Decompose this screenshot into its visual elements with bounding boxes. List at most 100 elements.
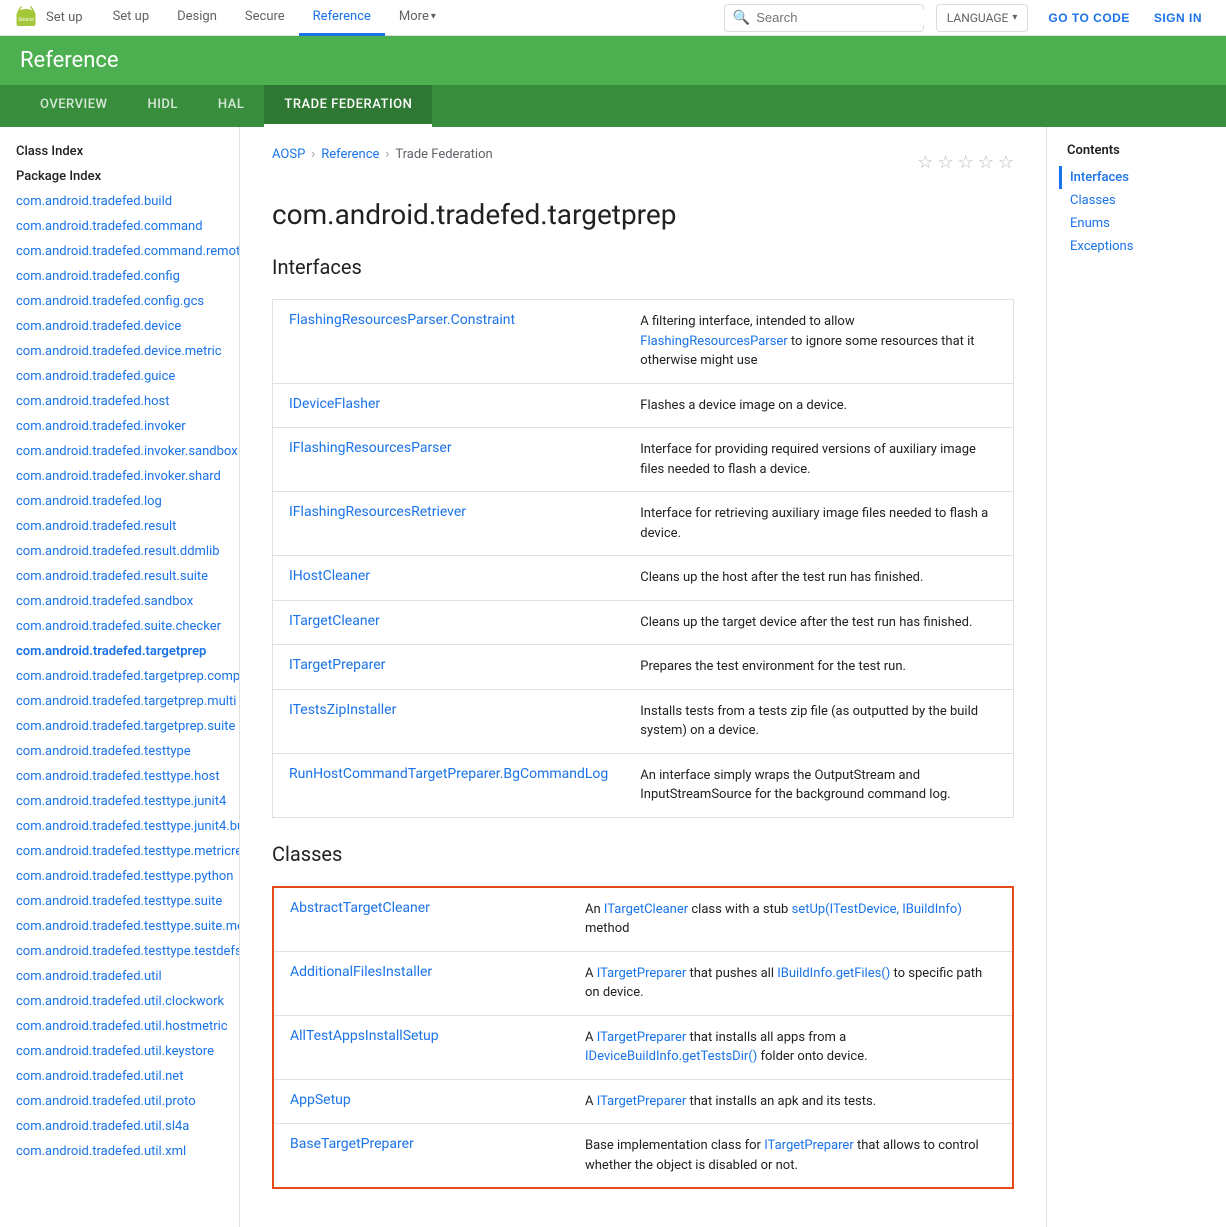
go-to-code-button[interactable]: GO TO CODE xyxy=(1036,4,1141,32)
class-link[interactable]: AdditionalFilesInstaller xyxy=(290,964,432,980)
nav-secure[interactable]: Secure xyxy=(231,0,299,36)
sub-tabs: OVERVIEW HIDL HAL TRADE FEDERATION xyxy=(0,85,1226,127)
interface-link[interactable]: IFlashingResourcesParser xyxy=(289,440,452,456)
star-2[interactable]: ☆ xyxy=(937,152,953,173)
inline-link[interactable]: IDeviceBuildInfo.getTestsDir() xyxy=(585,1049,757,1064)
nav-setup[interactable]: Set up xyxy=(99,0,164,36)
sidebar-item-class-index[interactable]: Class Index xyxy=(0,139,239,164)
sidebar-link-invoker[interactable]: com.android.tradefed.invoker xyxy=(0,414,239,439)
toc-classes[interactable]: Classes xyxy=(1059,189,1214,212)
star-4[interactable]: ☆ xyxy=(978,152,994,173)
table-row: FlashingResourcesParser.Constraint A fil… xyxy=(273,300,1014,384)
sidebar-link-invoker-sandbox[interactable]: com.android.tradefed.invoker.sandbox xyxy=(0,439,239,464)
nav-more[interactable]: More ▾ xyxy=(385,0,450,36)
sidebar-link-util[interactable]: com.android.tradefed.util xyxy=(0,964,239,989)
sidebar-link-targetprep[interactable]: com.android.tradefed.targetprep xyxy=(0,639,239,664)
sidebar-link-util-clockwork[interactable]: com.android.tradefed.util.clockwork xyxy=(0,989,239,1014)
sign-in-button[interactable]: SIGN IN xyxy=(1142,4,1214,32)
toc-interfaces[interactable]: Interfaces xyxy=(1059,166,1214,189)
star-1[interactable]: ☆ xyxy=(917,152,933,173)
class-link[interactable]: AllTestAppsInstallSetup xyxy=(290,1028,439,1044)
interface-link[interactable]: IDeviceFlasher xyxy=(289,396,380,412)
sidebar-link-util-net[interactable]: com.android.tradefed.util.net xyxy=(0,1064,239,1089)
search-area[interactable]: 🔍 xyxy=(724,4,924,32)
nav-design[interactable]: Design xyxy=(163,0,231,36)
inline-link[interactable]: ITargetPreparer xyxy=(597,1030,687,1045)
interface-link[interactable]: FlashingResourcesParser.Constraint xyxy=(289,312,515,328)
interface-link[interactable]: ITargetCleaner xyxy=(289,613,380,629)
sidebar-link-util-sl4a[interactable]: com.android.tradefed.util.sl4a xyxy=(0,1114,239,1139)
sidebar-link-result-ddmlib[interactable]: com.android.tradefed.result.ddmlib xyxy=(0,539,239,564)
inline-link[interactable]: ITargetPreparer xyxy=(597,966,687,981)
interface-link[interactable]: RunHostCommandTargetPreparer.BgCommandLo… xyxy=(289,766,608,782)
svg-text:Source: Source xyxy=(18,17,34,23)
sidebar-link-testtype-metricregression[interactable]: com.android.tradefed.testtype.metricregr… xyxy=(0,839,239,864)
language-button[interactable]: LANGUAGE ▾ xyxy=(936,4,1029,32)
tab-overview[interactable]: OVERVIEW xyxy=(20,85,127,127)
sidebar-link-testtype-host[interactable]: com.android.tradefed.testtype.host xyxy=(0,764,239,789)
star-3[interactable]: ☆ xyxy=(958,152,974,173)
tab-trade-federation[interactable]: TRADE FEDERATION xyxy=(264,85,432,127)
interface-link[interactable]: IFlashingResourcesRetriever xyxy=(289,504,466,520)
star-rating[interactable]: ☆ ☆ ☆ ☆ ☆ xyxy=(917,152,1014,173)
sidebar-link-host[interactable]: com.android.tradefed.host xyxy=(0,389,239,414)
sidebar-link-invoker-shard[interactable]: com.android.tradefed.invoker.shard xyxy=(0,464,239,489)
sidebar-link-device[interactable]: com.android.tradefed.device xyxy=(0,314,239,339)
breadcrumb-reference[interactable]: Reference xyxy=(321,147,379,162)
sidebar-link-config[interactable]: com.android.tradefed.config xyxy=(0,264,239,289)
class-link[interactable]: AppSetup xyxy=(290,1092,351,1108)
sidebar-item-package-index[interactable]: Package Index xyxy=(0,164,239,189)
source-label: Set up xyxy=(46,10,83,25)
sidebar-link-util-proto[interactable]: com.android.tradefed.util.proto xyxy=(0,1089,239,1114)
interface-link[interactable]: ITestsZipInstaller xyxy=(289,702,396,718)
tab-hidl[interactable]: HIDL xyxy=(127,85,197,127)
class-link[interactable]: BaseTargetPreparer xyxy=(290,1136,414,1152)
sidebar-link-testtype-suite[interactable]: com.android.tradefed.testtype.suite xyxy=(0,889,239,914)
interface-desc: Flashes a device image on a device. xyxy=(624,383,1013,428)
sidebar-link-config-gcs[interactable]: com.android.tradefed.config.gcs xyxy=(0,289,239,314)
breadcrumb-sep-2: › xyxy=(385,147,389,162)
sidebar-link-sandbox[interactable]: com.android.tradefed.sandbox xyxy=(0,589,239,614)
inline-link[interactable]: ITargetPreparer xyxy=(597,1094,687,1109)
tab-hal[interactable]: HAL xyxy=(198,85,264,127)
sidebar-link-util-xml[interactable]: com.android.tradefed.util.xml xyxy=(0,1139,239,1164)
sidebar-link-build[interactable]: com.android.tradefed.build xyxy=(0,189,239,214)
search-input[interactable] xyxy=(756,10,932,25)
inline-link[interactable]: ITargetPreparer xyxy=(764,1138,854,1153)
sidebar-link-targetprep-multi[interactable]: com.android.tradefed.targetprep.multi xyxy=(0,689,239,714)
inline-link[interactable]: IBuildInfo.getFiles() xyxy=(777,966,890,981)
nav-reference[interactable]: Reference xyxy=(299,0,385,36)
sidebar-link-testtype-junit4[interactable]: com.android.tradefed.testtype.junit4 xyxy=(0,789,239,814)
sidebar-link-util-hostmetric[interactable]: com.android.tradefed.util.hostmetric xyxy=(0,1014,239,1039)
sidebar-link-log[interactable]: com.android.tradefed.log xyxy=(0,489,239,514)
sidebar-link-guice[interactable]: com.android.tradefed.guice xyxy=(0,364,239,389)
sidebar-link-testtype-junit4-builder[interactable]: com.android.tradefed.testtype.junit4.bui… xyxy=(0,814,239,839)
inline-link[interactable]: setUp(ITestDevice, IBuildInfo) xyxy=(792,902,962,917)
toc-enums[interactable]: Enums xyxy=(1059,212,1214,235)
sidebar-link-command-remote[interactable]: com.android.tradefed.command.remote xyxy=(0,239,239,264)
sidebar-link-device-metric[interactable]: com.android.tradefed.device.metric xyxy=(0,339,239,364)
sidebar-link-testtype-testdefs[interactable]: com.android.tradefed.testtype.testdefs xyxy=(0,939,239,964)
inline-link[interactable]: ITargetCleaner xyxy=(604,902,688,917)
sidebar-link-suite-checker[interactable]: com.android.tradefed.suite.checker xyxy=(0,614,239,639)
interface-link[interactable]: ITargetPreparer xyxy=(289,657,385,673)
breadcrumb-aosp[interactable]: AOSP xyxy=(272,147,305,162)
sidebar-link-result-suite[interactable]: com.android.tradefed.result.suite xyxy=(0,564,239,589)
interface-link[interactable]: IHostCleaner xyxy=(289,568,370,584)
sidebar-link-testtype-python[interactable]: com.android.tradefed.testtype.python xyxy=(0,864,239,889)
sidebar-link-targetprep-suite[interactable]: com.android.tradefed.targetprep.suite xyxy=(0,714,239,739)
sidebar-link-command[interactable]: com.android.tradefed.command xyxy=(0,214,239,239)
sidebar-link-testtype[interactable]: com.android.tradefed.testtype xyxy=(0,739,239,764)
interface-desc: Installs tests from a tests zip file (as… xyxy=(624,689,1013,753)
chevron-down-icon: ▾ xyxy=(1012,12,1017,23)
class-link[interactable]: AbstractTargetCleaner xyxy=(290,900,430,916)
sidebar-link-result[interactable]: com.android.tradefed.result xyxy=(0,514,239,539)
inline-link[interactable]: FlashingResourcesParser xyxy=(640,334,787,349)
logo-area[interactable]: Source Set up xyxy=(12,4,83,32)
star-5[interactable]: ☆ xyxy=(998,152,1014,173)
sidebar-link-testtype-suite-module[interactable]: com.android.tradefed.testtype.suite.modu… xyxy=(0,914,239,939)
table-row: IDeviceFlasher Flashes a device image on… xyxy=(273,383,1014,428)
sidebar-link-util-keystore[interactable]: com.android.tradefed.util.keystore xyxy=(0,1039,239,1064)
sidebar-link-targetprep-companion[interactable]: com.android.tradefed.targetprep.companio… xyxy=(0,664,239,689)
toc-exceptions[interactable]: Exceptions xyxy=(1059,235,1214,258)
